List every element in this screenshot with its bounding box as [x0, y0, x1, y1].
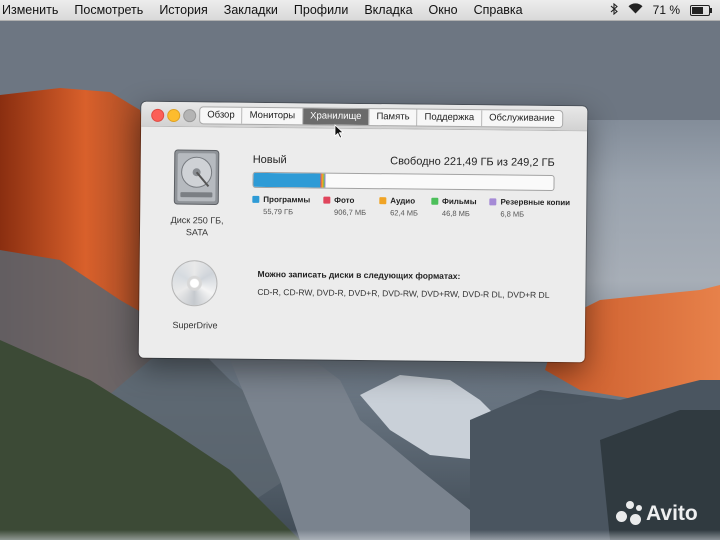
- close-button[interactable]: [151, 108, 165, 122]
- legend-size: 46,8 МБ: [441, 208, 470, 219]
- legend-label: Программы: [263, 194, 311, 205]
- legend-swatch: [431, 197, 439, 205]
- legend-label: Резервные копии: [500, 197, 571, 208]
- avito-watermark: Avito: [616, 501, 698, 527]
- dock-edge: [0, 530, 720, 540]
- bluetooth-icon[interactable]: [610, 2, 618, 18]
- legend-size: 6,8 МБ: [500, 209, 525, 219]
- zoom-button[interactable]: [183, 109, 197, 123]
- tab-bar: Обзор Мониторы Хранилище Память Поддержк…: [199, 106, 563, 129]
- menu-profiles[interactable]: Профили: [286, 3, 356, 17]
- legend-label: Фильмы: [442, 196, 477, 207]
- usage-segment: [253, 172, 321, 188]
- legend-backups: Резервные копии 6,8 МБ: [489, 197, 570, 219]
- storage-usage-bar: [252, 171, 555, 192]
- menu-window[interactable]: Окно: [421, 3, 466, 17]
- cd-icon: [171, 259, 218, 307]
- usage-segment: [324, 173, 326, 188]
- legend-size: 62,4 МБ: [390, 208, 418, 218]
- tab-displays[interactable]: Мониторы: [242, 107, 304, 125]
- battery-icon[interactable]: [690, 4, 712, 16]
- legend-apps: Программы 55,79 ГБ: [252, 195, 310, 217]
- window-titlebar: Обзор Мониторы Хранилище Память Поддержк…: [141, 101, 588, 132]
- menu-edit[interactable]: Изменить: [0, 3, 66, 17]
- tab-storage[interactable]: Хранилище: [303, 108, 370, 126]
- avito-logo-icon: [616, 501, 642, 527]
- status-area: 71 %: [610, 2, 720, 18]
- battery-percent: 71 %: [652, 3, 680, 17]
- tab-memory[interactable]: Память: [369, 109, 418, 126]
- minimize-button[interactable]: [167, 108, 181, 123]
- disk-label-line1: Диск 250 ГБ,: [170, 214, 224, 226]
- tab-overview[interactable]: Обзор: [200, 107, 243, 124]
- legend-audio: Аудио 62,4 МБ: [379, 196, 418, 218]
- menu-help[interactable]: Справка: [466, 3, 531, 17]
- legend-size: 55,79 ГБ: [263, 206, 294, 217]
- legend-size: 906,7 МБ: [334, 207, 367, 218]
- legend-swatch: [252, 195, 260, 203]
- menu-view[interactable]: Посмотреть: [66, 3, 151, 17]
- disk-label: Диск 250 ГБ, SATA: [154, 214, 240, 239]
- formats-list: CD-R, CD-RW, DVD-R, DVD+R, DVD-RW, DVD+R…: [257, 286, 550, 300]
- menu-bar: Изменить Посмотреть История Закладки Про…: [0, 0, 720, 21]
- wifi-icon[interactable]: [628, 3, 643, 17]
- legend-photos: Фото 906,7 МБ: [323, 196, 366, 217]
- legend-swatch: [489, 198, 497, 206]
- disk-label-line2: SATA: [185, 227, 209, 238]
- menu-tab[interactable]: Вкладка: [356, 3, 420, 17]
- legend-label: Аудио: [390, 196, 416, 206]
- menu-history[interactable]: История: [151, 3, 215, 17]
- superdrive-label: SuperDrive: [172, 320, 218, 331]
- legend-swatch: [323, 196, 331, 204]
- menu-bookmarks[interactable]: Закладки: [216, 3, 286, 17]
- volume-name: Новый: [252, 153, 287, 167]
- storage-legend: Программы 55,79 ГБ Фото 906,7 МБ Аудио 6…: [252, 195, 583, 219]
- avito-watermark-text: Avito: [646, 502, 698, 525]
- formats-heading: Можно записать диски в следующих формата…: [257, 268, 461, 282]
- about-this-mac-window: Обзор Мониторы Хранилище Память Поддержк…: [138, 101, 588, 363]
- legend-label: Фото: [334, 195, 355, 205]
- battery-level: [692, 6, 704, 14]
- cursor-icon: [334, 124, 344, 144]
- free-space-text: Свободно 221,49 ГБ из 249,2 ГБ: [390, 155, 555, 170]
- tab-support[interactable]: Поддержка: [417, 109, 483, 127]
- hard-disk-icon: [168, 148, 225, 207]
- legend-movies: Фильмы 46,8 МБ: [431, 197, 477, 218]
- tab-service[interactable]: Обслуживание: [482, 110, 562, 127]
- legend-swatch: [379, 197, 387, 205]
